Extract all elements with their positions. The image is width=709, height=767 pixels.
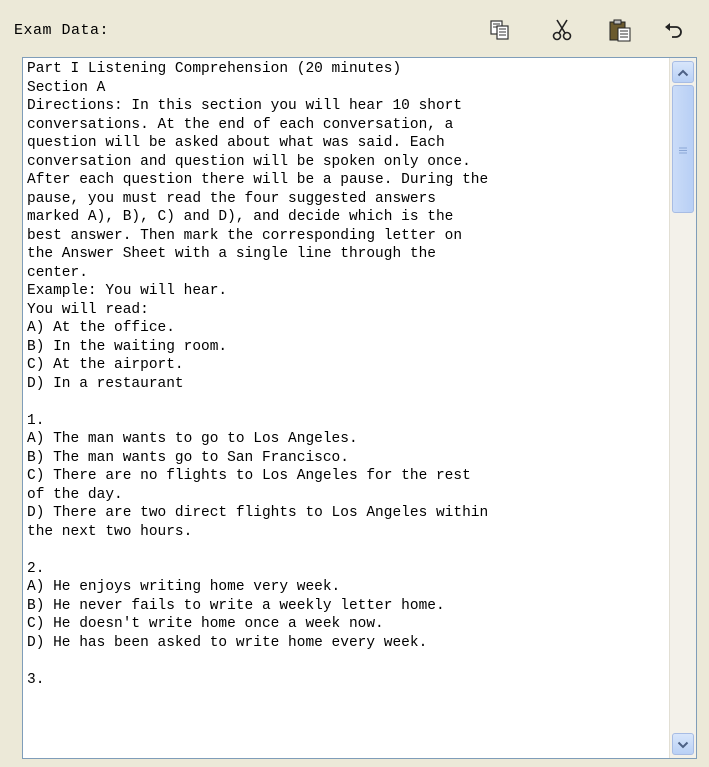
cut-button[interactable] xyxy=(546,14,578,46)
copy-button[interactable] xyxy=(484,14,516,46)
toolbar: Exam Data: xyxy=(0,0,709,60)
paste-button[interactable] xyxy=(604,14,636,46)
scissors-icon xyxy=(551,18,573,42)
exam-data-label: Exam Data: xyxy=(14,22,110,39)
undo-arrow-icon xyxy=(663,20,685,40)
chevron-down-icon xyxy=(677,735,689,754)
exam-data-textarea[interactable]: Part I Listening Comprehension (20 minut… xyxy=(22,57,697,759)
scroll-down-button[interactable] xyxy=(672,733,694,755)
scroll-thumb[interactable] xyxy=(672,85,694,213)
copy-icon xyxy=(489,19,511,41)
grip-icon xyxy=(678,140,688,159)
scroll-up-button[interactable] xyxy=(672,61,694,83)
exam-data-content: Part I Listening Comprehension (20 minut… xyxy=(27,61,489,688)
paste-icon xyxy=(608,18,632,42)
chevron-up-icon xyxy=(677,63,689,82)
vertical-scrollbar[interactable] xyxy=(669,58,696,758)
undo-button[interactable] xyxy=(658,14,690,46)
